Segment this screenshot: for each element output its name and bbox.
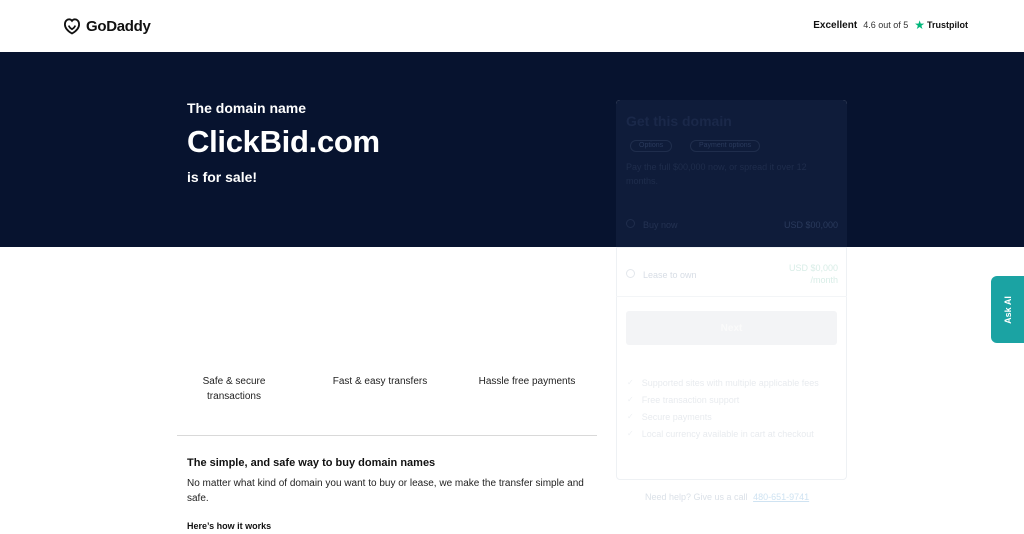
- ask-ai-button[interactable]: Ask AI: [991, 276, 1024, 343]
- hero-banner: The domain name ClickBid.com is for sale…: [0, 52, 1024, 247]
- trustpilot-score: 4.6 out of 5: [863, 20, 909, 30]
- trustpilot-label: Excellent: [813, 19, 858, 31]
- option-label: Buy now: [643, 220, 678, 230]
- radio-icon[interactable]: [626, 268, 635, 278]
- check-icon: ✓: [627, 429, 634, 438]
- top-bar: GoDaddy Excellent 4.6 out of 5 ★ Trustpi…: [0, 0, 1024, 52]
- info-body: No matter what kind of domain you want t…: [187, 478, 584, 504]
- star-icon: ★: [914, 18, 925, 32]
- help-text: Need help? Give us a call: [645, 492, 748, 502]
- how-it-works-heading: Here’s how it works: [187, 521, 272, 531]
- option-label: Lease to own: [643, 269, 697, 280]
- godaddy-logo[interactable]: GoDaddy: [62, 16, 151, 36]
- radio-icon[interactable]: [626, 219, 635, 228]
- benefit-list: ✓ Supported sites with multiple applicabl…: [627, 374, 819, 442]
- check-icon: ✓: [627, 412, 634, 421]
- help-line: Need help? Give us a call 480-651-9741: [645, 492, 809, 502]
- divider: [616, 296, 847, 297]
- trustpilot-brand: Trustpilot: [927, 20, 968, 30]
- feature-fast-transfers: Fast & easy transfers: [332, 376, 428, 387]
- section-divider: [177, 435, 597, 436]
- option-price: USD $0,000: [788, 263, 838, 273]
- option-price-note: /month: [810, 275, 838, 285]
- divider: [616, 247, 847, 248]
- tab-options[interactable]: Options: [630, 140, 673, 152]
- list-item: ✓ Free transaction support: [627, 394, 740, 405]
- hero-for-sale: is for sale!: [187, 169, 258, 185]
- info-heading: The simple, and safe way to buy domain n…: [187, 457, 436, 469]
- option-buy-now[interactable]: Buy now USD $00,000: [626, 219, 838, 230]
- godaddy-logo-icon: [63, 18, 81, 35]
- domain-name: ClickBid.com: [187, 124, 380, 159]
- list-item: ✓ Secure payments: [627, 411, 712, 422]
- purchase-card-title: Get this domain: [626, 113, 732, 129]
- brand-name: GoDaddy: [86, 17, 151, 35]
- option-price: USD $00,000: [783, 219, 838, 230]
- tab-payment-options[interactable]: Payment options: [690, 140, 761, 152]
- check-icon: ✓: [627, 395, 634, 404]
- ask-ai-label: Ask AI: [1002, 295, 1013, 324]
- feature-hassle-free: Hassle free payments: [478, 376, 576, 387]
- check-icon: ✓: [627, 378, 634, 387]
- list-item: ✓ Supported sites with multiple applicabl…: [627, 377, 819, 388]
- phone-link[interactable]: 480-651-9741: [753, 492, 809, 502]
- next-button[interactable]: Next: [626, 311, 837, 345]
- option-lease-to-own[interactable]: Lease to own USD $0,000 /month: [626, 262, 838, 286]
- hero-intro: The domain name: [187, 100, 307, 116]
- trustpilot-rating[interactable]: Excellent 4.6 out of 5 ★ Trustpilot: [813, 18, 968, 32]
- list-item: ✓ Local currency available in cart at che…: [627, 428, 814, 439]
- purchase-card-description: Pay the full $00,000 now, or spread it o…: [626, 162, 807, 186]
- feature-safe-secure: Safe & secure transactions: [202, 376, 266, 402]
